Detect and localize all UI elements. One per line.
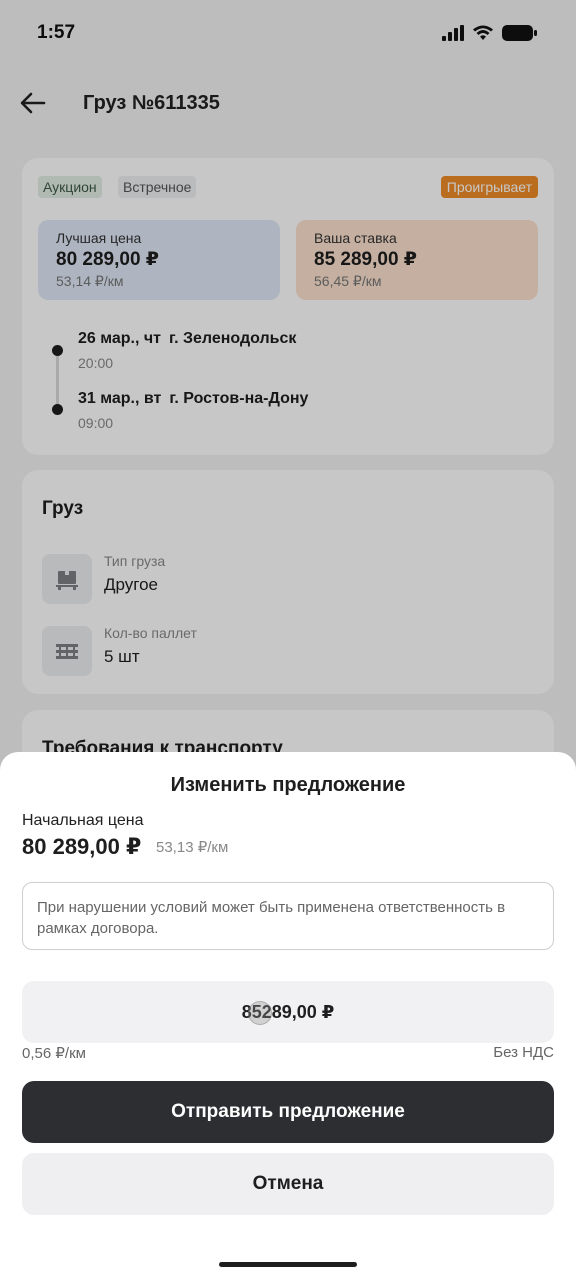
bid-per-km: 0,56 ₽/км <box>22 1045 86 1062</box>
edit-offer-sheet: Изменить предложение Начальная цена 80 2… <box>0 752 576 1280</box>
bid-amount-input[interactable]: 85289,00 ₽ <box>22 981 554 1043</box>
touch-indicator <box>248 1001 272 1025</box>
home-indicator <box>219 1262 357 1267</box>
vat-label: Без НДС <box>493 1044 554 1061</box>
submit-offer-button[interactable]: Отправить предложение <box>22 1081 554 1143</box>
sheet-title: Изменить предложение <box>170 774 406 796</box>
start-price-label: Начальная цена <box>22 812 144 829</box>
start-price-value: 80 289,00 ₽ <box>22 834 142 859</box>
cancel-button[interactable]: Отмена <box>22 1153 554 1215</box>
start-price-per-km: 53,13 ₽/км <box>156 839 229 856</box>
liability-notice: При нарушении условий может быть примене… <box>22 882 554 950</box>
